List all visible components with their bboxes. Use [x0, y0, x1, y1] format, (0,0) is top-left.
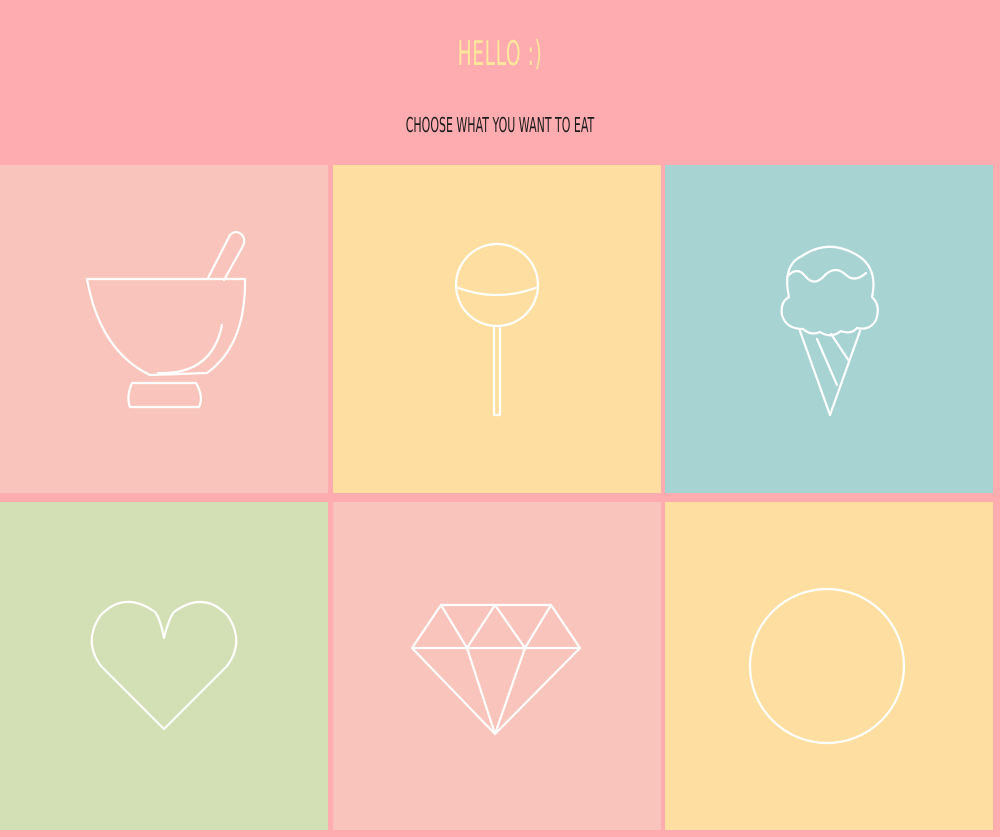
tile-heart[interactable] [0, 502, 328, 830]
lollipop-icon [454, 242, 540, 417]
heart-icon [90, 600, 238, 731]
circle-icon [748, 587, 906, 745]
tile-circle[interactable] [665, 502, 993, 830]
ice-cream-icon [780, 245, 879, 417]
diamond-icon [410, 603, 582, 736]
bowl-icon [85, 230, 247, 409]
tile-diamond[interactable] [333, 502, 661, 830]
tile-ice-cream[interactable] [665, 165, 993, 493]
page-title: HELLO :) [457, 34, 543, 74]
header: HELLO :) CHOOSE WHAT YOU WANT TO EAT [0, 0, 1000, 165]
tile-lollipop[interactable] [333, 165, 661, 493]
tile-bowl[interactable] [0, 165, 328, 493]
page-subtitle: CHOOSE WHAT YOU WANT TO EAT [405, 113, 595, 137]
